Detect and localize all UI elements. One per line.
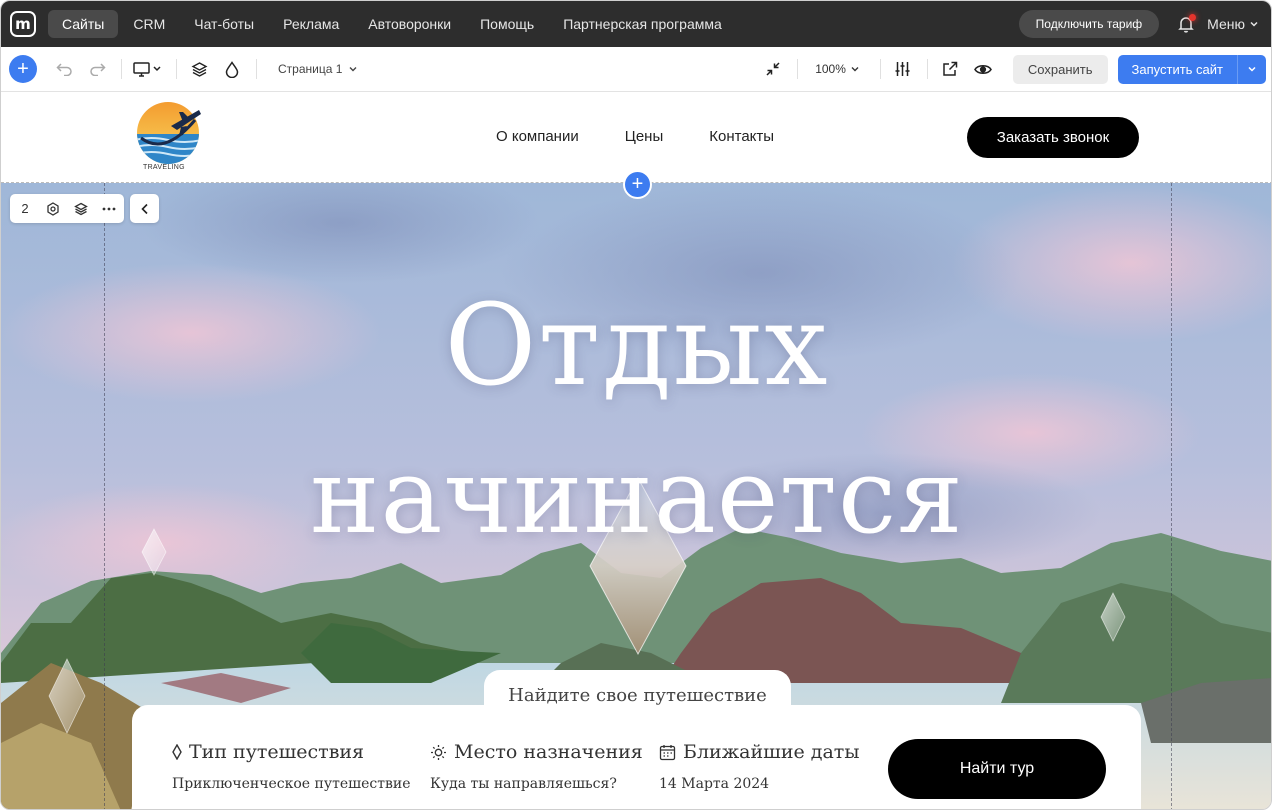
insert-block-button[interactable]: +	[623, 170, 652, 199]
site-nav-about[interactable]: О компании	[496, 128, 579, 145]
toolbar-divider	[256, 59, 257, 79]
trip-type-label: Тип путешествия	[189, 741, 365, 763]
search-field-destination[interactable]: Место назначения Куда ты направляешься?	[430, 741, 643, 792]
hero-title-line-2[interactable]: начинается	[1, 435, 1271, 557]
block-more-icon[interactable]	[100, 207, 118, 211]
chevron-down-icon	[851, 67, 859, 72]
block-toolbar: 2	[10, 194, 124, 223]
destination-value: Куда ты направляешься?	[430, 776, 617, 792]
app-logo-icon[interactable]: m	[10, 11, 36, 37]
device-desktop-icon[interactable]	[131, 56, 165, 82]
toolbar-divider	[176, 59, 177, 79]
zoom-selector[interactable]: 100%	[815, 62, 860, 76]
top-navigation: m Сайты CRM Чат-боты Реклама Автоворонки…	[1, 1, 1271, 47]
launch-site-group: Запустить сайт	[1117, 54, 1266, 84]
nav-item-funnels[interactable]: Автоворонки	[354, 10, 465, 38]
trip-type-value: Приключенческое путешествие	[172, 776, 411, 792]
site-navigation: О компании Цены Контакты	[496, 128, 774, 145]
order-call-button[interactable]: Заказать звонок	[967, 117, 1139, 158]
nav-item-crm[interactable]: CRM	[119, 10, 179, 38]
toolbar-divider	[121, 59, 122, 79]
search-panel-tab: Найдите свое путешествие	[484, 670, 791, 720]
add-block-button[interactable]: +	[9, 55, 37, 83]
notifications-bell-icon[interactable]	[1173, 11, 1199, 37]
collapse-toolbar-chevron-left-icon[interactable]	[130, 194, 159, 223]
settings-sliders-icon[interactable]	[890, 56, 916, 82]
nav-item-chatbots[interactable]: Чат-боты	[180, 10, 268, 38]
dates-label: Ближайшие даты	[683, 741, 860, 763]
search-field-trip-type[interactable]: Тип путешествия Приключенческое путешест…	[172, 741, 411, 792]
toolbar-divider	[926, 59, 928, 79]
site-nav-prices[interactable]: Цены	[625, 128, 664, 145]
page-selector[interactable]: Страница 1	[278, 62, 358, 76]
menu-button[interactable]: Меню	[1207, 16, 1259, 32]
undo-icon[interactable]	[51, 56, 77, 82]
open-external-icon[interactable]	[937, 56, 963, 82]
toolbar-divider	[797, 59, 799, 79]
search-field-dates[interactable]: Ближайшие даты 14 Марта 2024	[659, 741, 859, 792]
nav-item-ads[interactable]: Реклама	[269, 10, 353, 38]
launch-site-button[interactable]: Запустить сайт	[1117, 54, 1237, 84]
tour-search-panel: Тип путешествия Приключенческое путешест…	[132, 705, 1141, 809]
editor-toolbar: + Страница 1 100% Сохранить Запустить са…	[1, 47, 1271, 92]
dates-value: 14 Марта 2024	[659, 776, 770, 792]
collapse-view-icon[interactable]	[760, 56, 786, 82]
sun-icon	[431, 744, 446, 760]
block-layers-icon[interactable]	[72, 202, 90, 216]
block-settings-icon[interactable]	[44, 201, 62, 216]
block-number: 2	[21, 201, 29, 216]
hero-block[interactable]: 2 Отдых начинается Тип путешествия Прикл	[1, 183, 1271, 809]
hero-title-line-1[interactable]: Отдых	[1, 281, 1271, 411]
chevron-down-icon	[349, 67, 357, 72]
save-button[interactable]: Сохранить	[1012, 54, 1108, 84]
color-drop-icon[interactable]	[219, 56, 245, 82]
brand-logo[interactable]: TRAVELING	[135, 100, 201, 174]
site-nav-contacts[interactable]: Контакты	[709, 128, 774, 145]
calendar-icon	[659, 744, 676, 760]
connect-tariff-button[interactable]: Подключить тариф	[1018, 10, 1160, 38]
chevron-down-icon	[1250, 21, 1258, 27]
find-tour-button[interactable]: Найти тур	[888, 739, 1106, 799]
redo-icon[interactable]	[84, 56, 110, 82]
notification-dot	[1189, 14, 1197, 21]
page-selector-label: Страница 1	[278, 62, 343, 76]
nav-item-help[interactable]: Помощь	[466, 10, 548, 38]
launch-options-chevron-icon[interactable]	[1237, 54, 1266, 84]
destination-label: Место назначения	[454, 741, 643, 763]
brand-text: TRAVELING	[143, 164, 185, 171]
nav-item-partner[interactable]: Партнерская программа	[549, 10, 736, 38]
toolbar-right: 100% Сохранить Запустить сайт	[760, 54, 1271, 84]
diamond-icon	[172, 744, 182, 760]
editor-window: m Сайты CRM Чат-боты Реклама Автоворонки…	[0, 0, 1272, 810]
top-navigation-right: Подключить тариф Меню	[1018, 10, 1271, 38]
nav-item-sites[interactable]: Сайты	[48, 10, 119, 38]
preview-eye-icon[interactable]	[970, 56, 996, 82]
menu-label: Меню	[1207, 16, 1245, 32]
layers-icon[interactable]	[186, 56, 212, 82]
toolbar-divider	[879, 59, 881, 79]
zoom-label: 100%	[815, 62, 846, 76]
